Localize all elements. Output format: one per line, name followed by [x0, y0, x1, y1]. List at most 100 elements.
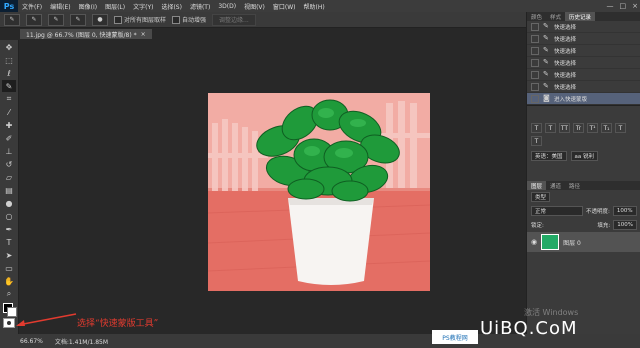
quick-select-tool-icon[interactable]: ✎ [4, 13, 20, 26]
sample-all-layers-checkbox[interactable]: 对所有图层取样 [114, 15, 166, 24]
opacity-field[interactable]: 100% [612, 206, 637, 216]
small-caps-button[interactable]: Tr [573, 123, 584, 133]
dodge-tool-icon[interactable]: ○ [2, 210, 16, 222]
quick-mask-history-icon: ◙ [543, 94, 550, 102]
photoshop-logo: Ps [0, 0, 18, 12]
eyedropper-tool-icon[interactable]: ⁄ [2, 106, 16, 118]
pen-tool-icon[interactable]: ✒ [2, 223, 16, 235]
history-item[interactable]: ✎ 快速选择 [527, 81, 640, 93]
document-image[interactable] [208, 93, 430, 291]
minimize-button[interactable]: — [607, 2, 614, 10]
marquee-tool-icon[interactable]: ⬚ [2, 54, 16, 66]
menu-layer[interactable]: 图层(L) [101, 2, 129, 11]
layer-row[interactable]: ◉ 图层 0 [527, 232, 640, 252]
path-selection-tool-icon[interactable]: ➤ [2, 249, 16, 261]
menu-view[interactable]: 视图(V) [240, 2, 269, 11]
subscript-button[interactable]: T₁ [601, 123, 612, 133]
close-window-button[interactable]: × [632, 2, 638, 10]
brush-tool-icon[interactable]: ✐ [2, 132, 16, 144]
opacity-label: 不透明度: [586, 209, 610, 215]
zoom-level[interactable]: 66.67% [20, 338, 43, 345]
menu-filter[interactable]: 滤镜(T) [186, 2, 214, 11]
tab-paths[interactable]: 路径 [565, 181, 584, 190]
tab-history[interactable]: 历史记录 [565, 12, 596, 21]
menu-select[interactable]: 选择(S) [157, 2, 186, 11]
quick-mask-icon [7, 321, 11, 325]
layer-name[interactable]: 图层 0 [563, 238, 581, 247]
clone-stamp-tool-icon[interactable]: ⊥ [2, 145, 16, 157]
menu-type[interactable]: 文字(Y) [129, 2, 157, 11]
healing-brush-tool-icon[interactable]: ✚ [2, 119, 16, 131]
menu-bar: Ps 文件(F) 编辑(E) 图像(I) 图层(L) 文字(Y) 选择(S) 滤… [0, 0, 640, 12]
rectangle-tool-icon[interactable]: ▭ [2, 262, 16, 274]
fill-field[interactable]: 100% [613, 220, 637, 230]
language-dropdown[interactable]: 英语：美国 [531, 151, 567, 161]
maximize-button[interactable]: □ [620, 2, 627, 10]
type-tool-icon[interactable]: T [2, 236, 16, 248]
document-tab[interactable]: 11.jpg @ 66.7% (图层 0, 快速蒙版/8) * × [20, 29, 152, 39]
history-item[interactable]: ✎ 快速选择 [527, 21, 640, 33]
document-title: 11.jpg @ 66.7% (图层 0, 快速蒙版/8) * [26, 31, 137, 39]
faux-italic-button[interactable]: T [545, 123, 556, 133]
close-document-icon[interactable]: × [141, 31, 146, 38]
crop-tool-icon[interactable]: ⌗ [2, 93, 16, 105]
layers-panel-tabs: 图层 通道 路径 [527, 181, 640, 190]
menu-edit[interactable]: 编辑(E) [46, 2, 74, 11]
add-selection-icon[interactable]: ✎ [48, 13, 64, 26]
visibility-eye-icon[interactable]: ◉ [531, 238, 537, 246]
move-tool-icon[interactable]: ✥ [2, 41, 16, 53]
history-brush-tool-icon[interactable]: ↺ [2, 158, 16, 170]
document-size-info: 文档:1.41M/1.85M [54, 338, 109, 346]
tab-channels[interactable]: 通道 [546, 181, 565, 190]
menu-image[interactable]: 图像(I) [75, 2, 101, 11]
tab-layers[interactable]: 图层 [527, 181, 547, 190]
history-item[interactable]: ✎ 快速选择 [527, 33, 640, 45]
fill-label: 填充: [597, 223, 611, 229]
site-badge-logo: PS教程网 [432, 330, 478, 344]
gradient-tool-icon[interactable]: ▤ [2, 184, 16, 196]
menu-window[interactable]: 窗口(W) [269, 2, 300, 11]
history-item[interactable]: ✎ 快速选择 [527, 57, 640, 69]
plant-photo [208, 93, 430, 291]
site-watermark: UiBQ.CoM [480, 318, 578, 339]
hand-tool-icon[interactable]: ✋ [2, 275, 16, 287]
auto-enhance-checkbox[interactable]: 自动增强 [172, 15, 206, 24]
new-selection-icon[interactable]: ✎ [26, 13, 42, 26]
superscript-button[interactable]: T¹ [587, 123, 598, 133]
blur-tool-icon[interactable]: ● [2, 197, 16, 209]
quick-selection-icon: ✎ [543, 22, 549, 30]
lasso-tool-icon[interactable]: ℓ [2, 67, 16, 79]
strikethrough-button[interactable]: T [531, 136, 542, 146]
antialias-dropdown[interactable]: aa 锐利 [570, 151, 599, 161]
underline-button[interactable]: T [615, 123, 626, 133]
subtract-selection-icon[interactable]: ✎ [70, 13, 86, 26]
eraser-tool-icon[interactable]: ▱ [2, 171, 16, 183]
menu-3d[interactable]: 3D(D) [214, 3, 240, 10]
quick-selection-icon: ✎ [543, 34, 549, 42]
history-list: ✎ 快速选择 ✎ 快速选择 ✎ 快速选择 ✎ 快速选择 ✎ 快速选择 ✎ 快速选择 ◙ 进入快… [527, 21, 640, 105]
brush-size-icon[interactable]: ● [92, 13, 108, 26]
history-item[interactable]: ✎ 快速选择 [527, 69, 640, 81]
history-item[interactable]: ✎ 快速选择 [527, 45, 640, 57]
menu-file[interactable]: 文件(F) [18, 2, 46, 11]
tab-color[interactable]: 颜色 [527, 12, 546, 21]
tools-panel: ✥ ⬚ ℓ ✎ ⌗ ⁄ ✚ ✐ ⊥ ↺ ▱ ▤ ● ○ ✒ T ➤ ▭ ✋ ⌕ [0, 40, 19, 334]
lock-label: 锁定: [531, 223, 544, 229]
character-style-buttons: T T TT Tr T¹ T₁ T T [527, 120, 640, 149]
windows-activation-watermark: 激活 Windows [524, 308, 579, 317]
quick-selection-tool-icon[interactable]: ✎ [2, 80, 16, 92]
layer-kind-filter[interactable]: 类型 [531, 192, 551, 202]
zoom-tool-icon[interactable]: ⌕ [2, 288, 16, 300]
quick-selection-icon: ✎ [543, 70, 549, 78]
window-controls: — □ × [607, 0, 639, 12]
blend-mode-dropdown[interactable]: 正常 [531, 206, 583, 216]
menu-help[interactable]: 帮助(H) [300, 2, 329, 11]
tab-styles[interactable]: 样式 [546, 12, 565, 21]
history-item-selected[interactable]: ◙ 进入快速蒙版 [527, 93, 640, 105]
quick-selection-icon: ✎ [543, 46, 549, 54]
layer-thumbnail [541, 234, 560, 250]
faux-bold-button[interactable]: T [531, 123, 542, 133]
right-panels: 颜色 样式 历史记录 ✎ 快速选择 ✎ 快速选择 ✎ 快速选择 ✎ 快速选择 ✎ 快速选择… [526, 12, 640, 334]
refine-edge-button[interactable]: 调整边缘... [212, 13, 256, 26]
all-caps-button[interactable]: TT [559, 123, 570, 133]
